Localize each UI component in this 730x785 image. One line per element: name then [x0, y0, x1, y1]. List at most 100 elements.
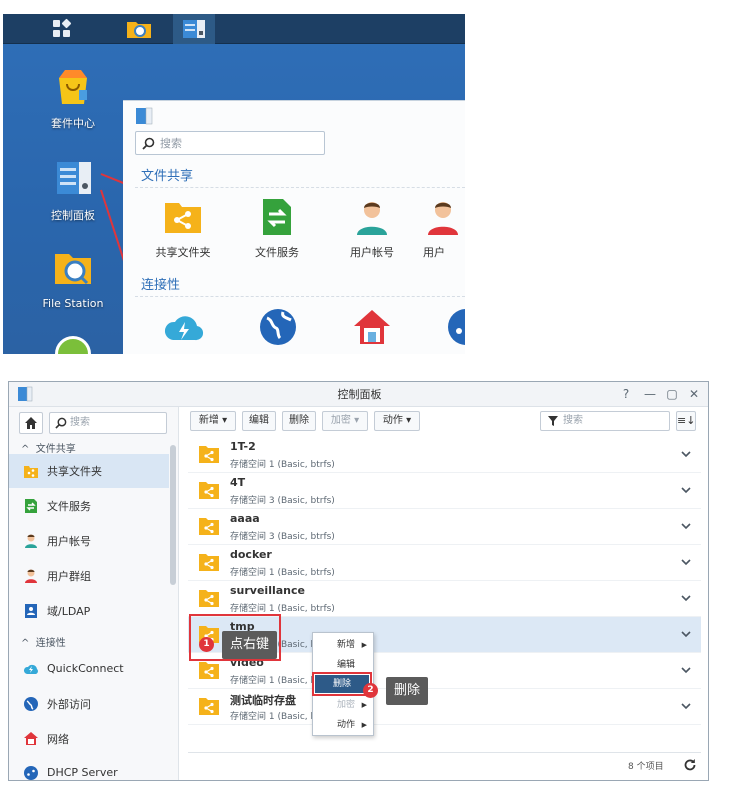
maximize-button[interactable]: ▢ [665, 386, 679, 402]
share-folder-icon [199, 554, 219, 571]
action-button[interactable]: 动作 ▾ [374, 411, 420, 431]
share-folder-icon [165, 203, 201, 233]
folder-desc: 存储空间 1 (Basic, btrfs) [230, 568, 335, 578]
help-button[interactable]: ? [619, 386, 633, 402]
chevron-down-icon[interactable] [679, 519, 693, 533]
sidebar-item-user-group[interactable]: 用户群组 [9, 559, 169, 592]
dhcp-icon [24, 765, 38, 780]
home-button[interactable] [19, 412, 43, 434]
callout-right-click: 点右键 [222, 631, 278, 659]
menu-item-label: 加密 [337, 700, 356, 710]
table-row[interactable]: surveillance 存储空间 1 (Basic, btrfs) [188, 581, 701, 617]
sidebar-item-label: 共享文件夹 [47, 465, 102, 478]
chevron-down-icon[interactable] [679, 627, 693, 641]
cp-item-shared-folder[interactable]: 共享文件夹 [141, 197, 225, 260]
section-title-file-sharing: 文件共享 [141, 169, 194, 184]
submenu-arrow-icon: ▶ [361, 641, 367, 649]
context-menu-item-create[interactable]: 新增 ▶ [313, 635, 373, 655]
toolbar: 新增 ▾ 编辑 删除 加密 ▾ 动作 ▾ 搜索 ≡↓ [180, 407, 708, 435]
share-folder-icon [24, 466, 38, 478]
sort-button[interactable]: ≡↓ [676, 411, 696, 431]
table-row[interactable]: aaaa 存储空间 3 (Basic, btrfs) [188, 509, 701, 545]
group-icon [25, 569, 37, 583]
folder-name: aaaa [230, 512, 260, 525]
search-icon [142, 137, 155, 150]
globe-icon[interactable] [257, 306, 299, 348]
sidebar-item-label: DHCP Server [47, 766, 118, 779]
network-home-icon[interactable] [351, 306, 393, 348]
table-row[interactable]: docker 存储空间 1 (Basic, btrfs) [188, 545, 701, 581]
main-pane: 新增 ▾ 编辑 删除 加密 ▾ 动作 ▾ 搜索 ≡↓ 1T-2 存储空间 1 (… [180, 407, 708, 780]
divider [135, 187, 465, 188]
search-placeholder: 搜索 [70, 417, 90, 428]
section-title-connectivity: 连接性 [141, 278, 181, 293]
folder-name: 4T [230, 476, 246, 489]
filter-search-input[interactable]: 搜索 [540, 411, 670, 431]
sidebar-scrollbar[interactable] [170, 445, 176, 585]
window-app-icon [135, 107, 153, 129]
context-menu-item-encrypt[interactable]: 加密 ▶ [313, 695, 373, 715]
sidebar-item-domain-ldap[interactable]: 域/LDAP [9, 594, 169, 627]
ldap-icon [25, 603, 37, 618]
cp-item-file-services[interactable]: 文件服务 [235, 197, 319, 260]
cp-item-label: 用户 [423, 246, 445, 259]
sidebar-item-network[interactable]: 网络 [9, 722, 169, 755]
chevron-down-icon[interactable] [679, 555, 693, 569]
dsm-desktop-screenshot: 套件中心 控制面板 File Station 搜索 文件共享 共享文件夹 文件服… [3, 14, 465, 354]
sidebar-search-input[interactable]: 搜索 [49, 412, 167, 434]
quickconnect-icon[interactable] [163, 306, 205, 348]
home-icon [25, 417, 37, 429]
sidebar-item-user-account[interactable]: 用户帐号 [9, 524, 169, 557]
sidebar-group-label: 连接性 [35, 638, 66, 649]
chevron-down-icon[interactable] [679, 447, 693, 461]
table-row[interactable]: 1T-2 存储空间 1 (Basic, btrfs) [188, 437, 701, 473]
folder-desc: 存储空间 1 (Basic, btrfs) [230, 604, 335, 614]
sidebar-item-quickconnect[interactable]: QuickConnect [9, 652, 169, 685]
sidebar-group-connectivity[interactable]: ^ 连接性 [21, 634, 66, 649]
context-menu-item-action[interactable]: 动作 ▶ [313, 715, 373, 735]
minimize-button[interactable]: — [643, 386, 657, 402]
cp-item-user-account[interactable]: 用户帐号 [330, 197, 414, 260]
step-badge-1: 1 [199, 637, 214, 652]
dhcp-icon[interactable] [445, 306, 465, 348]
chevron-down-icon[interactable] [679, 699, 693, 713]
sidebar-item-label: 用户帐号 [47, 534, 91, 548]
refresh-icon[interactable] [682, 757, 698, 773]
chevron-down-icon[interactable] [679, 483, 693, 497]
cp-item-label: 文件服务 [255, 246, 299, 259]
menu-item-label: 动作 [337, 720, 356, 730]
search-input[interactable]: 搜索 [135, 131, 325, 155]
step-badge-2: 2 [363, 683, 378, 698]
share-folder-icon [199, 590, 219, 607]
sidebar-item-dhcp-server[interactable]: DHCP Server [9, 756, 169, 780]
callout-delete: 删除 [386, 677, 429, 705]
sidebar-group-file-sharing[interactable]: ^ 文件共享 [21, 440, 76, 455]
chevron-down-icon[interactable] [679, 663, 693, 677]
file-service-icon [263, 199, 291, 235]
menu-item-label: 编辑 [337, 660, 356, 670]
table-row[interactable]: 4T 存储空间 3 (Basic, btrfs) [188, 473, 701, 509]
folder-desc: 存储空间 3 (Basic, btrfs) [230, 532, 335, 542]
create-button[interactable]: 新增 ▾ [190, 411, 236, 431]
sidebar-item-external-access[interactable]: 外部访问 [9, 687, 169, 720]
submenu-arrow-icon: ▶ [361, 701, 367, 709]
encrypt-button[interactable]: 加密 ▾ [322, 411, 368, 431]
control-panel-window-small: 搜索 文件共享 共享文件夹 文件服务 用户帐号 用户 连接性 [123, 100, 465, 354]
cp-item-label: 用户帐号 [350, 246, 394, 259]
table-row[interactable]: 测试临时存盘 存储空间 1 (Basic, btrfs) [188, 689, 701, 725]
chevron-down-icon[interactable] [679, 591, 693, 605]
edit-button[interactable]: 编辑 [242, 411, 276, 431]
sidebar-item-label: 网络 [47, 732, 69, 746]
delete-button[interactable]: 删除 [282, 411, 316, 431]
cp-item-user-group[interactable]: 用户 [423, 197, 465, 260]
sidebar-item-file-services[interactable]: 文件服务 [9, 489, 169, 522]
context-menu-item-delete[interactable]: 删除 [315, 675, 369, 693]
share-folder-icon [199, 446, 219, 463]
share-folder-icon [199, 518, 219, 535]
status-bar: 8 个项目 [188, 752, 701, 778]
sidebar-item-shared-folder[interactable]: 共享文件夹 [9, 454, 169, 488]
search-placeholder: 搜索 [160, 137, 182, 150]
network-home-icon [24, 731, 38, 745]
folder-name: surveillance [230, 584, 305, 597]
close-button[interactable]: ✕ [687, 386, 701, 402]
